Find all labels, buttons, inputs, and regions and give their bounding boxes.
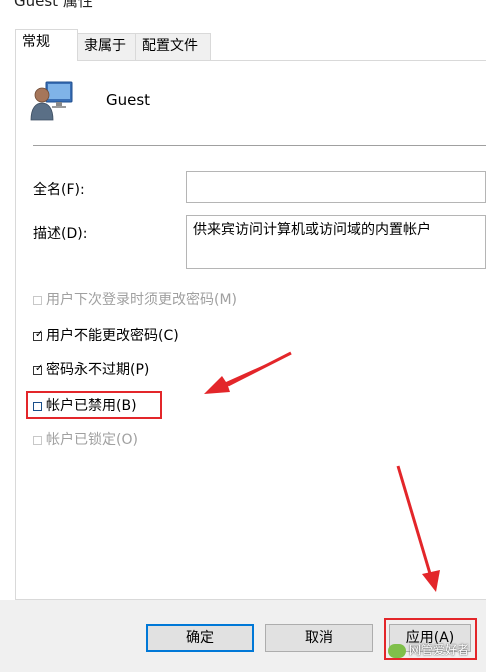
watermark-text: 网管爱好者 <box>409 643 470 657</box>
watermark: 网管爱好者 <box>388 640 469 660</box>
checkbox-box[interactable]: ✓ <box>33 363 43 375</box>
title-bar: Guest 属性 <box>0 0 486 14</box>
tab-member-of[interactable]: 隶属于 <box>77 33 136 60</box>
checkbox-password-never-expires[interactable]: ✓ 密码永不过期(P) <box>33 360 149 380</box>
description-label: 描述(D): <box>33 226 88 242</box>
checkbox-box[interactable] <box>33 295 42 305</box>
checkbox-label: 用户不能更改密码(C) <box>46 328 179 344</box>
description-input[interactable]: 供来宾访问计算机或访问域的内置帐户 <box>186 215 486 269</box>
tab-general[interactable]: 常规 <box>15 29 78 61</box>
cancel-button[interactable]: 取消 <box>265 624 373 652</box>
checkbox-must-change-password[interactable]: 用户下次登录时须更改密码(M) <box>33 290 237 310</box>
ok-button[interactable]: 确定 <box>146 624 254 652</box>
checkmark-icon: ✓ <box>35 328 44 340</box>
header-divider <box>33 145 486 146</box>
wechat-icon <box>388 643 406 658</box>
window-title: Guest 属性 <box>14 0 93 10</box>
checkbox-box[interactable] <box>33 435 42 445</box>
checkbox-box[interactable]: ✓ <box>33 329 43 341</box>
checkbox-label: 密码永不过期(P) <box>46 362 150 378</box>
user-name: Guest <box>106 91 151 109</box>
fullname-label: 全名(F): <box>33 182 85 198</box>
checkbox-cannot-change-password[interactable]: ✓ 用户不能更改密码(C) <box>33 326 179 346</box>
checkmark-icon: ✓ <box>35 362 44 374</box>
user-monitor-icon <box>30 78 74 122</box>
checkbox-label: 帐户已锁定(O) <box>46 432 138 448</box>
annotation-highlight-account-disabled <box>26 391 162 419</box>
fullname-input[interactable] <box>186 171 486 203</box>
checkbox-account-locked[interactable]: 帐户已锁定(O) <box>33 430 138 450</box>
tab-profile[interactable]: 配置文件 <box>135 33 211 60</box>
checkbox-label: 用户下次登录时须更改密码(M) <box>46 292 238 308</box>
